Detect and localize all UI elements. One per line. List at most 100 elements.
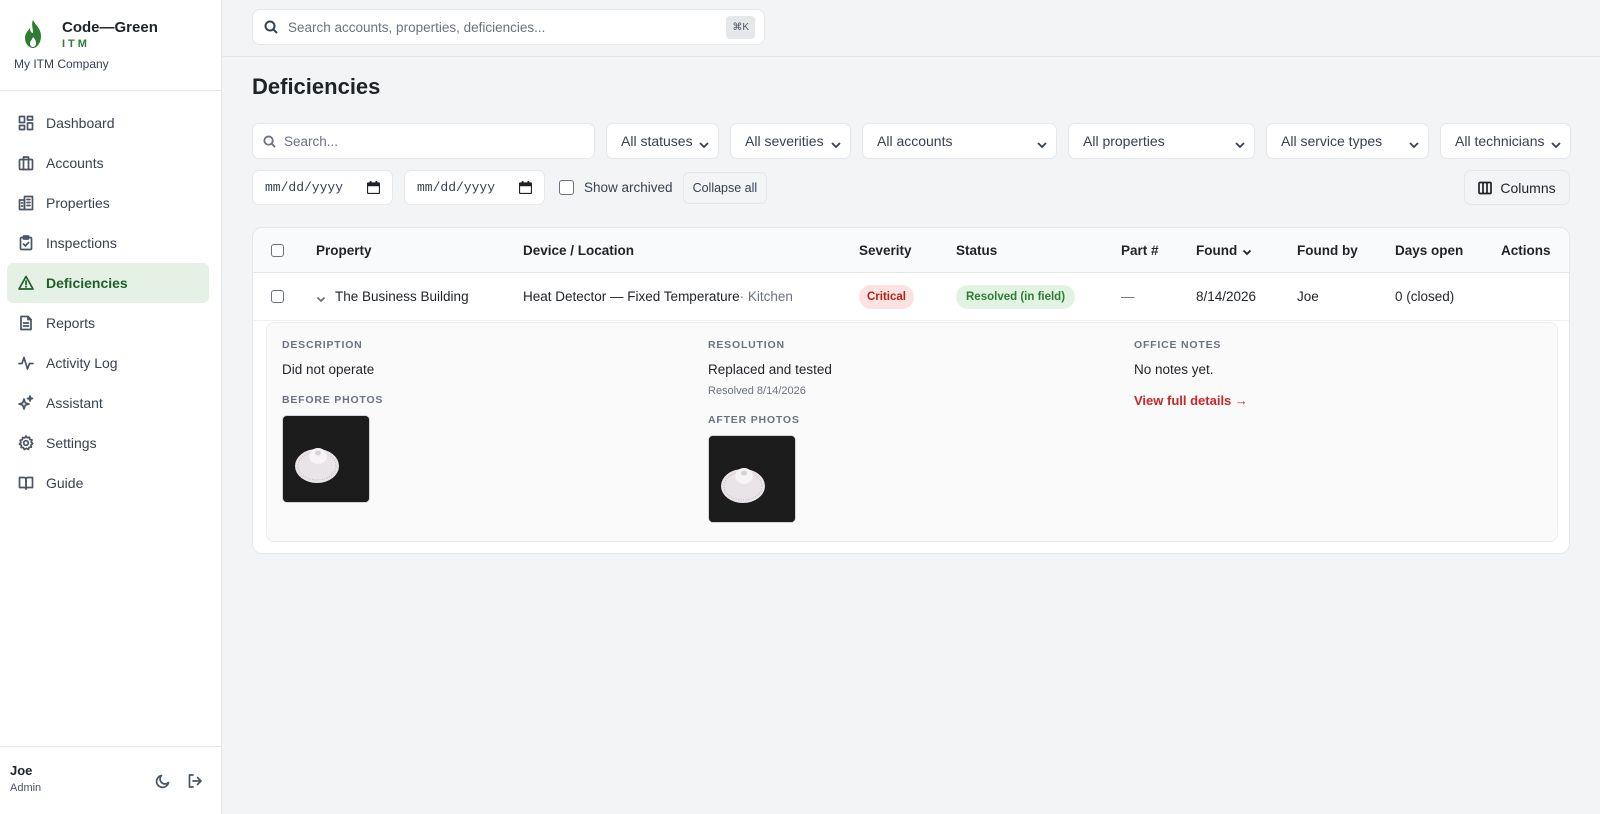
date-to-input[interactable]: mm/dd/yyyy <box>404 170 545 205</box>
property-filter-select[interactable]: All properties <box>1068 123 1255 159</box>
after-photos-label: After photos <box>708 414 800 426</box>
resolution-label: Resolution <box>708 339 785 351</box>
column-header-part[interactable]: Part # <box>1121 228 1159 272</box>
sidebar-item-activity-log[interactable]: Activity Log <box>7 343 209 383</box>
chevron-down-icon <box>1235 142 1245 149</box>
found-date-cell: 8/14/2026 <box>1196 289 1257 304</box>
sidebar-item-label: Settings <box>46 435 97 451</box>
before-photo-thumbnail[interactable] <box>282 415 370 503</box>
date-from-value: mm/dd/yyyy <box>265 180 344 195</box>
view-full-details-link[interactable]: View full details → <box>1134 393 1248 408</box>
dashboard-icon <box>18 115 34 131</box>
heat-detector-photo <box>709 436 795 522</box>
sidebar-item-dashboard[interactable]: Dashboard <box>7 103 209 143</box>
sidebar-item-guide[interactable]: Guide <box>7 463 209 503</box>
before-photos-label: Before photos <box>282 394 384 406</box>
status-filter-value: All statuses <box>621 133 693 149</box>
device-cell: Heat Detector — Fixed Temperature · Kitc… <box>523 273 793 320</box>
after-photo-thumbnail[interactable] <box>708 435 796 523</box>
found-by-cell: Joe <box>1297 289 1319 304</box>
logout-button[interactable] <box>187 773 203 792</box>
theme-toggle-button[interactable] <box>155 773 171 792</box>
column-header-severity[interactable]: Severity <box>859 228 912 272</box>
account-filter-select[interactable]: All accounts <box>862 123 1057 159</box>
table-row[interactable]: The Business Building Heat Detector — Fi… <box>253 273 1569 321</box>
column-header-status[interactable]: Status <box>956 228 997 272</box>
building-icon <box>18 195 34 211</box>
column-header-actions: Actions <box>1501 242 1551 258</box>
deficiency-search[interactable] <box>252 123 595 159</box>
sparkles-icon <box>18 395 34 410</box>
sidebar-item-reports[interactable]: Reports <box>7 303 209 343</box>
show-archived-toggle[interactable]: Show archived <box>559 180 673 195</box>
logout-icon <box>188 774 202 788</box>
sidebar-item-label: Deficiencies <box>46 275 128 291</box>
global-search-input[interactable] <box>288 19 727 35</box>
resolved-date: Resolved 8/14/2026 <box>708 385 806 397</box>
sidebar-item-properties[interactable]: Properties <box>7 183 209 223</box>
collapse-all-button[interactable]: Collapse all <box>682 171 768 204</box>
status-filter-select[interactable]: All statuses <box>606 123 719 159</box>
date-from-input[interactable]: mm/dd/yyyy <box>252 170 393 205</box>
columns-label: Columns <box>1500 179 1556 196</box>
column-header-device[interactable]: Device / Location <box>523 228 634 272</box>
service-type-filter-select[interactable]: All service types <box>1266 123 1429 159</box>
sort-descending-icon <box>1243 249 1252 256</box>
part-number-cell: — <box>1121 289 1135 304</box>
description-text: Did not operate <box>282 362 375 377</box>
sidebar-item-assistant[interactable]: Assistant <box>7 383 209 423</box>
chevron-down-icon <box>1551 142 1561 149</box>
brand[interactable]: Code—Green ITM <box>0 0 221 56</box>
chevron-down-icon <box>831 142 841 149</box>
sidebar-nav: Dashboard Accounts Properties Inspection… <box>0 103 221 503</box>
row-detail-panel: Description Did not operate Before photo… <box>266 322 1558 542</box>
sidebar-item-settings[interactable]: Settings <box>7 423 209 463</box>
description-section: Description Did not operate Before photo… <box>282 339 682 503</box>
sidebar-item-deficiencies[interactable]: Deficiencies <box>7 263 209 303</box>
topbar: ⌘K <box>222 0 1600 57</box>
column-header-property[interactable]: Property <box>316 228 372 272</box>
resolution-text: Replaced and tested <box>708 362 832 377</box>
brand-name: Code—Green <box>62 19 158 36</box>
moon-icon <box>155 774 170 789</box>
user-panel: Joe Admin <box>0 746 221 814</box>
show-archived-checkbox[interactable] <box>559 180 574 195</box>
property-name[interactable]: The Business Building <box>335 289 469 304</box>
severity-filter-value: All severities <box>745 133 824 149</box>
technician-filter-select[interactable]: All technicians <box>1440 123 1571 159</box>
columns-button[interactable]: Columns <box>1464 170 1570 205</box>
shortcut-badge: ⌘K <box>726 15 755 39</box>
days-open-cell: 0 (closed) <box>1395 289 1455 304</box>
column-header-found[interactable]: Found <box>1196 228 1252 272</box>
sidebar: Code—Green ITM My ITM Company Dashboard … <box>0 0 222 814</box>
heat-detector-photo <box>283 416 369 502</box>
property-filter-value: All properties <box>1083 133 1165 149</box>
status-cell: Resolved (in field) <box>956 273 1076 320</box>
severity-filter-select[interactable]: All severities <box>730 123 851 159</box>
column-header-found-by[interactable]: Found by <box>1297 228 1358 272</box>
calendar-icon[interactable] <box>519 181 532 194</box>
clipboard-check-icon <box>19 235 33 251</box>
global-search[interactable]: ⌘K <box>252 9 765 45</box>
select-all-checkbox[interactable] <box>271 243 284 257</box>
sidebar-item-label: Inspections <box>46 235 117 251</box>
warning-triangle-icon <box>18 275 34 290</box>
row-checkbox[interactable] <box>271 290 284 303</box>
sidebar-item-label: Activity Log <box>46 355 118 371</box>
expand-row-toggle[interactable] <box>316 292 326 302</box>
account-filter-value: All accounts <box>877 133 953 149</box>
service-type-filter-value: All service types <box>1281 133 1383 149</box>
gear-icon <box>18 435 34 451</box>
show-archived-label: Show archived <box>584 180 673 195</box>
sidebar-item-accounts[interactable]: Accounts <box>7 143 209 183</box>
calendar-icon[interactable] <box>367 181 380 194</box>
chevron-down-icon <box>699 142 709 149</box>
office-notes-text: No notes yet. <box>1134 362 1214 377</box>
resolution-section: Resolution Replaced and tested Resolved … <box>708 339 1108 523</box>
description-label: Description <box>282 339 363 351</box>
column-header-days-open[interactable]: Days open <box>1395 228 1463 272</box>
sidebar-item-inspections[interactable]: Inspections <box>7 223 209 263</box>
technician-filter-value: All technicians <box>1455 133 1545 149</box>
severity-badge: Critical <box>859 284 914 309</box>
deficiency-search-input[interactable] <box>284 133 584 149</box>
